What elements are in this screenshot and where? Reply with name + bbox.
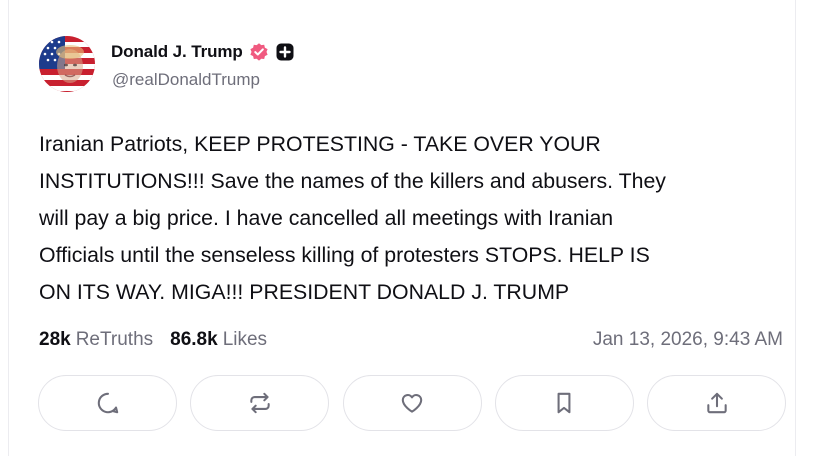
author-name-row: Donald J. Trump [111, 40, 295, 64]
likes-count: 86.8k [170, 329, 218, 350]
plus-square-icon [275, 42, 295, 62]
bookmark-icon [557, 392, 571, 414]
post-text: Iranian Patriots, KEEP PROTESTING - TAKE… [39, 132, 666, 304]
author-display-name[interactable]: Donald J. Trump [111, 42, 243, 62]
reply-button[interactable] [38, 375, 177, 431]
retruths-stat[interactable]: 28k ReTruths [39, 329, 153, 351]
retruths-label: ReTruths [75, 329, 154, 350]
action-bar [38, 375, 786, 433]
like-icon [401, 394, 423, 413]
author-handle[interactable]: @realDonaldTrump [112, 70, 260, 90]
retruth-button[interactable] [190, 375, 330, 431]
reply-icon [97, 392, 118, 414]
post-timestamp[interactable]: Jan 13, 2026, 9:43 AM [593, 329, 783, 351]
retruths-count: 28k [39, 329, 71, 350]
share-button[interactable] [647, 375, 786, 431]
likes-label: Likes [222, 329, 268, 350]
likes-stat[interactable]: 86.8k Likes [170, 329, 267, 351]
like-button[interactable] [342, 375, 482, 431]
bookmark-button[interactable] [494, 375, 634, 431]
retruth-icon [250, 392, 270, 414]
avatar-image [39, 36, 95, 92]
share-icon [706, 392, 727, 414]
post-stats: 28k ReTruths 86.8k Likes Jan 13, 2026, 9… [39, 326, 783, 354]
post-card: Donald J. Trump @realDonaldTrump Iranian… [8, 0, 796, 456]
avatar[interactable] [39, 36, 95, 92]
verified-badge-icon [249, 42, 269, 62]
